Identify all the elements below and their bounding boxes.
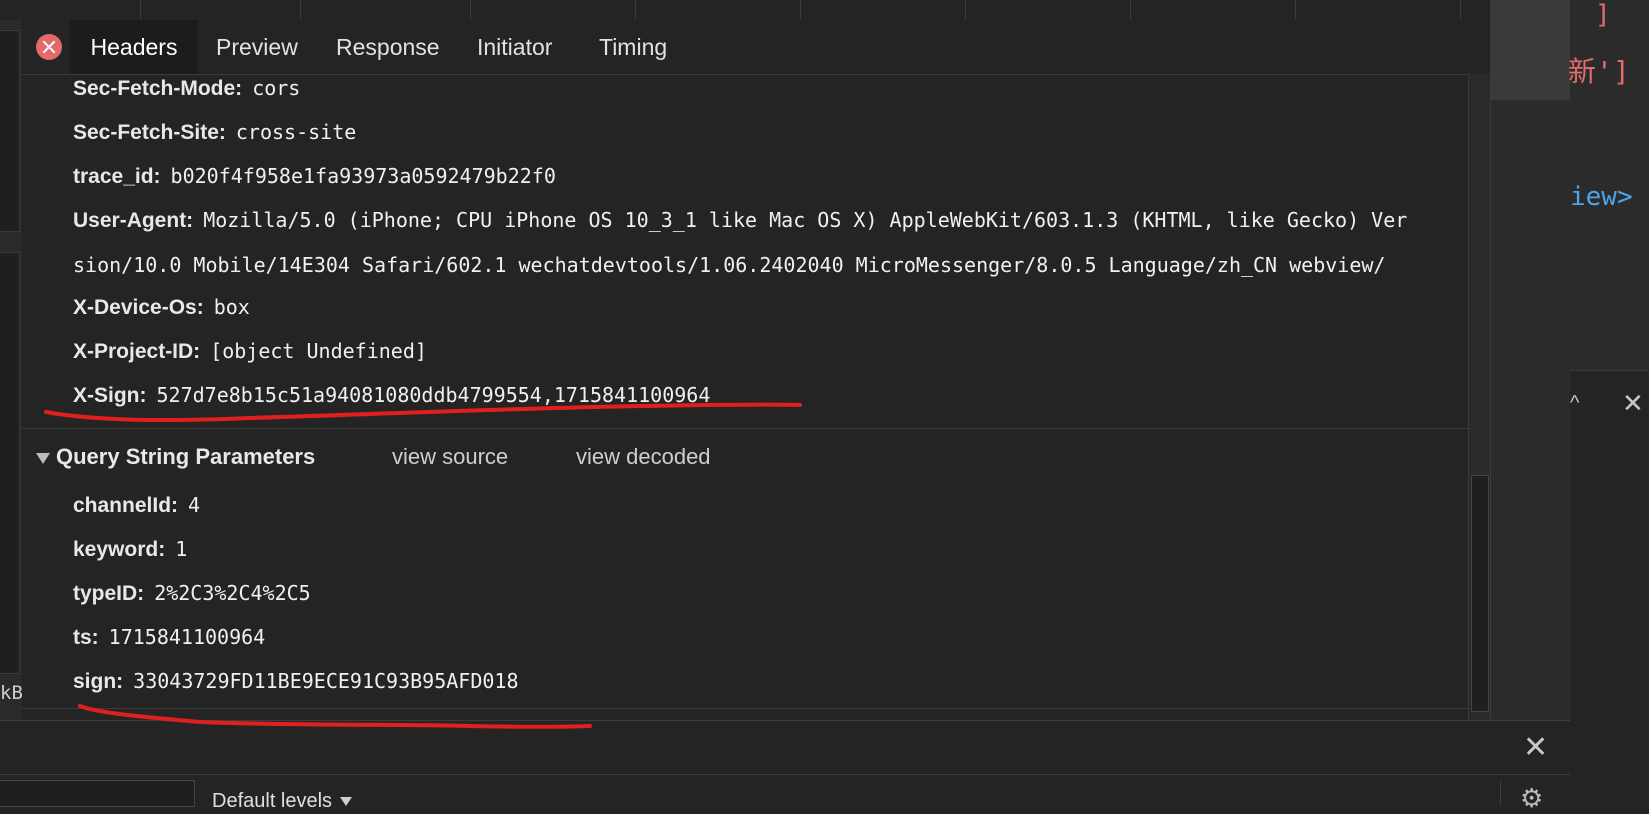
header-value: cross-site [235, 120, 357, 144]
tab-initiator[interactable]: Initiator [477, 20, 552, 74]
tab-headers[interactable]: Headers [70, 20, 198, 74]
toolbar-divider [1500, 780, 1501, 805]
close-icon[interactable] [36, 34, 62, 60]
param-value: 2%2C3%2C4%2C5 [154, 581, 311, 605]
triangle-down-icon [36, 452, 50, 464]
header-row-sec-fetch-site: Sec-Fetch-Site: cross-site [73, 120, 356, 145]
panel-bottom-divider [22, 708, 1468, 709]
header-value-continuation: sion/10.0 Mobile/14E304 Safari/602.1 wec… [73, 253, 1386, 277]
param-value: 1715841100964 [108, 625, 266, 649]
tab-preview[interactable]: Preview [216, 20, 298, 74]
header-key: trace_id: [73, 165, 161, 188]
header-row-user-agent: User-Agent: Mozilla/5.0 (iPhone; CPU iPho… [73, 208, 1407, 233]
left-gutter [0, 20, 23, 720]
log-levels-dropdown[interactable]: Default levels [212, 790, 353, 813]
param-value: 33043729FD11BE9ECE91C93B95AFD018 [133, 669, 519, 693]
query-param-row: keyword: 1 [73, 537, 187, 562]
header-key: Sec-Fetch-Site: [73, 121, 226, 144]
query-param-row: ts: 1715841100964 [73, 625, 265, 650]
header-key: Sec-Fetch-Mode: [73, 77, 243, 100]
header-key: User-Agent: [73, 209, 194, 232]
header-row-sec-fetch-mode: Sec-Fetch-Mode: cors [73, 76, 300, 101]
log-levels-label: Default levels [212, 790, 333, 812]
header-value: box [213, 295, 250, 319]
param-key: channelId: [73, 494, 179, 517]
query-param-row: sign: 33043729FD11BE9ECE91C93B95AFD018 [73, 669, 518, 694]
param-value: 1 [175, 537, 188, 561]
code-string: 新'] [1568, 55, 1630, 88]
header-value: 527d7e8b15c51a94081080ddb4799554,1715841… [156, 383, 711, 407]
header-value: Mozilla/5.0 (iPhone; CPU iPhone OS 10_3_… [203, 208, 1408, 232]
header-key: X-Sign: [73, 384, 147, 407]
view-decoded-link[interactable]: view decoded [576, 444, 711, 470]
header-value: cors [252, 76, 301, 100]
editor-highlight [1490, 0, 1570, 100]
tab-response[interactable]: Response [336, 20, 440, 74]
header-key: X-Device-Os: [73, 296, 204, 319]
view-source-link[interactable]: view source [392, 444, 508, 470]
header-value: [object Undefined] [210, 339, 427, 363]
console-drawer-header [0, 720, 1570, 775]
query-param-row: typeID: 2%2C3%2C4%2C5 [73, 581, 311, 606]
param-key: sign: [73, 670, 124, 693]
header-value: b020f4f958e1fa93973a0592479b22f0 [170, 164, 556, 188]
param-value: 4 [188, 493, 201, 517]
param-key: typeID: [73, 582, 145, 605]
gear-icon[interactable]: ⚙ [1520, 783, 1543, 814]
header-row-x-device-os: X-Device-Os: box [73, 295, 250, 320]
code-bracket: ] [1595, 0, 1611, 30]
editor-divider [1570, 370, 1649, 371]
query-string-toggle[interactable]: Query String Parameters [36, 444, 315, 470]
scrollbar-thumb[interactable] [1471, 475, 1489, 712]
editor-lower-pane [1570, 371, 1649, 805]
param-key: keyword: [73, 538, 166, 561]
left-clipped-text: kB [0, 682, 23, 704]
console-filter-input[interactable] [0, 780, 195, 807]
section-title: Query String Parameters [56, 444, 316, 469]
query-param-row: channelId: 4 [73, 493, 200, 518]
top-strip [0, 0, 1570, 21]
header-row-x-sign: X-Sign: 527d7e8b15c51a94081080ddb4799554,… [73, 383, 710, 408]
tab-timing[interactable]: Timing [599, 20, 667, 74]
chevron-up-icon[interactable]: ^ [1570, 392, 1579, 415]
close-icon[interactable]: ✕ [1622, 388, 1644, 419]
section-divider [22, 428, 1468, 429]
param-key: ts: [73, 626, 99, 649]
close-icon[interactable]: ✕ [1523, 730, 1548, 765]
header-row-x-project-id: X-Project-ID: [object Undefined] [73, 339, 427, 364]
header-key: X-Project-ID: [73, 340, 201, 363]
code-tag: iew> [1570, 182, 1633, 212]
header-row-trace-id: trace_id: b020f4f958e1fa93973a0592479b22f… [73, 164, 556, 189]
